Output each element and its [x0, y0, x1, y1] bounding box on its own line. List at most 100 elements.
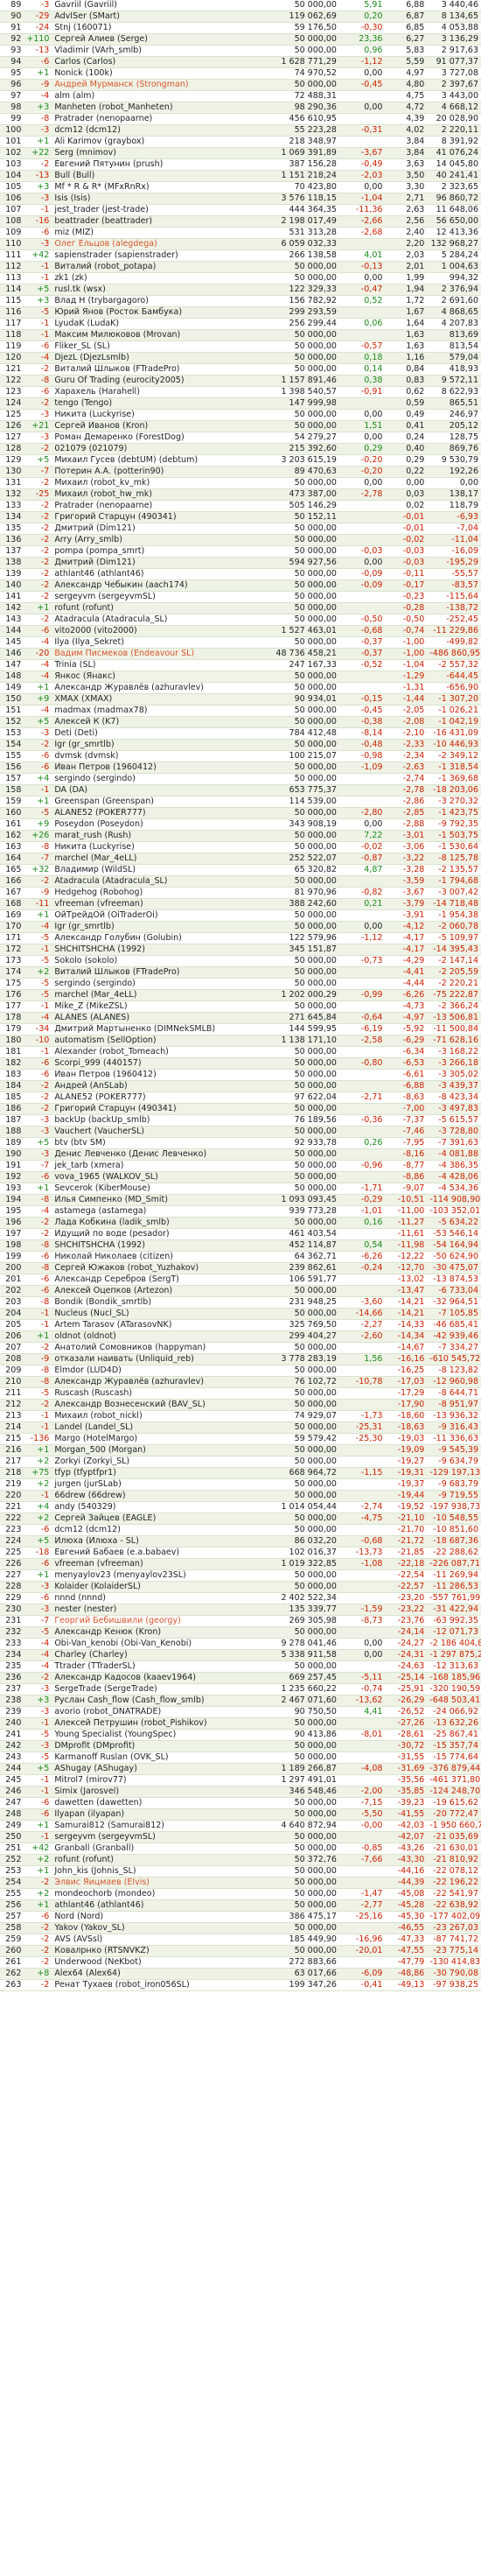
trader-name-cell[interactable]: nnnd (nnnd) — [52, 1592, 270, 1604]
trader-name-cell[interactable]: oldnot (oldnot) — [52, 1330, 270, 1343]
table-row[interactable]: 256 +1 athlant46 (athlant46) 50 000,00 -2,77… — [0, 1899, 481, 1912]
table-row[interactable]: 258 -2 Yakov (Yakov_SL) 50 000,00 -46,55 -23 … — [0, 1922, 481, 1934]
table-row[interactable]: 229 -6 nnnd (nnnd) 2 402 522,34 -23,20 -557 7… — [0, 1592, 481, 1604]
table-row[interactable]: 244 +5 AShugay (AShugay) 1 189 266,87 -4,08-… — [0, 1763, 481, 1775]
table-row[interactable]: 227 +1 menyaylov23 (menyaylov23SL) 50 000,0… — [0, 1569, 481, 1582]
trader-name-cell[interactable]: avorio (robot_DNATRADE) — [52, 1706, 270, 1718]
table-row[interactable]: 251 +42 Granball (Granball) 50 000,00 -0,85-… — [0, 1843, 481, 1855]
trader-name-cell[interactable]: vfreeman (vfreeman) — [52, 1558, 270, 1570]
trader-name-cell[interactable]: Максим Милюковов (Mrovan) — [52, 329, 270, 341]
table-row[interactable]: 211 -5 Ruscash (Ruscash) 50 000,00 -17,29 -8 … — [0, 1387, 481, 1400]
trader-name-cell[interactable]: rofunt (rofunt) — [52, 602, 270, 614]
table-row[interactable]: 101 +1 Ali Karimov (graybox) 218 348,97 3,84… — [0, 136, 481, 148]
trader-name-cell[interactable]: Евгений Бабаев (e.a.babaev) — [52, 1547, 270, 1559]
trader-name-cell[interactable]: AShugay (AShugay) — [52, 1763, 270, 1775]
table-row[interactable]: 239 -3 avorio (robot_DNATRADE) 90 750,50 4,4… — [0, 1706, 481, 1718]
trader-name-cell[interactable]: Дмитрий (Dim121) — [52, 523, 270, 535]
table-row[interactable]: 193 +1 Sevcerok (KiberMouse) 50 000,00 -1,71… — [0, 1183, 481, 1195]
trader-name-cell[interactable]: Mitrol7 (mirov77) — [52, 1774, 270, 1786]
table-row[interactable]: 247 -6 dawetten (dawetten) 50 000,00 -7,15 -3… — [0, 1797, 481, 1809]
trader-name-cell[interactable]: Kolaider (KolaiderSL) — [52, 1581, 270, 1593]
trader-name-cell[interactable]: Анатолий Сомовников (happyman) — [52, 1342, 270, 1354]
table-row[interactable]: 104 -13 Bull (Bull) 1 151 218,24 -2,03 3,50 40… — [0, 170, 481, 182]
table-row[interactable]: 96 -9 Андрей Мурманск (Strongman) 50 000,00… — [0, 79, 481, 91]
trader-name-cell[interactable]: ALANES (ALANES) — [52, 1012, 270, 1024]
table-row[interactable]: 91 -24 Stnj (160071) 59 176,50 -0,30 6,85 4 05… — [0, 22, 481, 34]
trader-name-cell[interactable]: Роман Демаренко (ForestDog) — [52, 432, 270, 444]
table-row[interactable]: 151 -4 madmax (madmax78) 50 000,00 -0,45 -2,0… — [0, 705, 481, 717]
trader-name-cell[interactable]: Artem Tarasov (ATarasovNK) — [52, 1319, 270, 1331]
table-row[interactable]: 163 -8 Никита (Luckyrise) 50 000,00 -0,02 -3,… — [0, 841, 481, 853]
trader-name-cell[interactable]: Fliker_SL (SL) — [52, 340, 270, 353]
table-row[interactable]: 190 -3 Денис Левченко (Денис Левченко) 50 0… — [0, 1148, 481, 1161]
table-row[interactable]: 217 +2 Zorkyi (Zorkyi_SL) 50 000,00 -19,27 -9… — [0, 1456, 481, 1468]
table-row[interactable]: 171 -5 Александр Голубин (Golubin) 122 579,… — [0, 932, 481, 944]
trader-name-cell[interactable]: Yakov (Yakov_SL) — [52, 1922, 270, 1934]
trader-name-cell[interactable]: Manheten (robot_Manheten) — [52, 102, 270, 114]
trader-name-cell[interactable]: pompa (pompa_smrt) — [52, 545, 270, 558]
table-row[interactable]: 111 +42 sapienstrader (sapienstrader) 266 1… — [0, 249, 481, 262]
table-row[interactable]: 207 -2 Анатолий Сомовников (happyman) 50 00… — [0, 1342, 481, 1354]
table-row[interactable]: 204 -1 Nucleus (Nucl_SL) 50 000,00 -14,66 -14… — [0, 1308, 481, 1320]
table-row[interactable]: 173 -5 Sokolo (sokolo) 50 000,00 -0,73 -4,29-… — [0, 955, 481, 967]
table-row[interactable]: 196 -2 Лада Кобкина (ladik_smlb) 50 000,00 0… — [0, 1217, 481, 1229]
trader-name-cell[interactable]: Сергей Зайцев (EAGLE) — [52, 1513, 270, 1525]
trader-name-cell[interactable]: Михаил (robot_hw_mk) — [52, 488, 270, 501]
trader-name-cell[interactable]: Сергей Южаков (robot_Yuzhakov) — [52, 1262, 270, 1274]
trader-name-cell[interactable]: Vladimir (VArh_smlb) — [52, 45, 270, 57]
table-row[interactable]: 130 -7 Потерин А.А. (potterin90) 89 470,63-… — [0, 466, 481, 478]
table-row[interactable]: 215 -136 Margo (HotelMargo) 59 579,42 -25,30… — [0, 1433, 481, 1445]
trader-name-cell[interactable]: Элвис Яицмаев (Elvis) — [52, 1877, 270, 1889]
table-row[interactable]: 209 -8 Elmdor (LUD4D) 50 000,00 -16,25 -8 123… — [0, 1365, 481, 1377]
trader-name-cell[interactable]: jek_tarb (xmera) — [52, 1160, 270, 1172]
trader-name-cell[interactable]: Руслан Cash_flow (Cash_flow_smlb) — [52, 1695, 270, 1707]
table-row[interactable]: 257 -6 Nord (Nord) 386 475,17 -25,16 -45,30 -1… — [0, 1911, 481, 1923]
trader-name-cell[interactable]: Pratrader (nenopaarne) — [52, 500, 270, 512]
table-row[interactable]: 253 +1 John_kis (Johnis_SL) 50 000,00 -44,16… — [0, 1865, 481, 1878]
table-row[interactable]: 259 -2 AVS (AVSsl) 185 449,90 -16,96 -47,33 -8… — [0, 1934, 481, 1946]
table-row[interactable]: 178 -4 ALANES (ALANES) 271 645,84 -0,64 -4,97… — [0, 1012, 481, 1024]
trader-name-cell[interactable]: Александр Чебыкин (aach174) — [52, 579, 270, 592]
table-row[interactable]: 164 -7 marchel (Mar_4eLL) 252 522,07 -0,87 -3… — [0, 853, 481, 865]
table-row[interactable]: 145 -4 Ilya (Ilya_Sekret) 50 000,00 -0,37 -1,… — [0, 636, 481, 649]
trader-name-cell[interactable]: Никита (Luckyrise) — [52, 409, 270, 421]
table-row[interactable]: 117 -1 LyudaK (LudaK) 256 299,44 0,06 1,64 4 2… — [0, 318, 481, 330]
trader-name-cell[interactable]: Влад Н (trybargagoro) — [52, 295, 270, 307]
trader-name-cell[interactable]: sergindo (sergindo) — [52, 978, 270, 990]
table-row[interactable]: 99 -8 Pratrader (nenopaarne) 456 610,95 4,39… — [0, 113, 481, 125]
trader-name-cell[interactable]: Ttrader (TTraderSL) — [52, 1660, 270, 1673]
table-row[interactable]: 228 -3 Kolaider (KolaiderSL) 50 000,00 -22,5… — [0, 1581, 481, 1593]
trader-name-cell[interactable]: Hedgehog (Robohog) — [52, 887, 270, 899]
table-row[interactable]: 157 +4 sergindo (sergindo) 50 000,00 -2,74 -1… — [0, 773, 481, 785]
table-row[interactable]: 182 -6 Scorpi_999 (440157) 50 000,00 -0,80 -6… — [0, 1057, 481, 1070]
trader-name-cell[interactable]: John_kis (Johnis_SL) — [52, 1865, 270, 1878]
trader-name-cell[interactable]: dcm12 (dcm12) — [52, 124, 270, 137]
table-row[interactable]: 197 -2 Идущий по воде (pesador) 461 403,54 -… — [0, 1228, 481, 1240]
trader-name-cell[interactable]: Arry (Arry_smlb) — [52, 534, 270, 546]
trader-name-cell[interactable]: Сергей Иванов (Kron) — [52, 420, 270, 432]
trader-name-cell[interactable]: Isis (Isis) — [52, 193, 270, 205]
table-row[interactable]: 176 -5 marchel (Mar_4eLL) 1 202 000,29 -0,99… — [0, 989, 481, 1001]
table-row[interactable]: 223 -6 dcm12 (dcm12) 50 000,00 -21,70 -10 851… — [0, 1524, 481, 1536]
table-row[interactable]: 241 -5 Young Specialist (YoungSpec) 90 413,… — [0, 1729, 481, 1741]
trader-name-cell[interactable]: Margo (HotelMargo) — [52, 1433, 270, 1445]
table-row[interactable]: 188 -3 Vauchert (VaucherSL) 50 000,00 -7,46-… — [0, 1126, 481, 1138]
trader-name-cell[interactable]: Obi-Van_kenobi (Obi-Van_Kenobi) — [52, 1638, 270, 1650]
table-row[interactable]: 100 -3 dcm12 (dcm12) 55 223,28 -0,31 4,02 2 22… — [0, 124, 481, 137]
trader-name-cell[interactable]: Trinia (SL) — [52, 659, 270, 671]
trader-name-cell[interactable]: nester (nester) — [52, 1604, 270, 1616]
table-row[interactable]: 185 -2 ALANE52 (POKER777) 97 622,04 -2,71 -8,… — [0, 1091, 481, 1104]
table-row[interactable]: 252 +2 rofunt (rofunt) 50 372,76 -7,66 -43,30… — [0, 1854, 481, 1866]
trader-name-cell[interactable]: Потерин А.А. (potterin90) — [52, 466, 270, 478]
trader-name-cell[interactable]: Elmdor (LUD4D) — [52, 1365, 270, 1377]
trader-name-cell[interactable]: Григорий Старцун (490341) — [52, 1103, 270, 1115]
trader-name-cell[interactable]: sergeyvm (sergeyvmSL) — [52, 591, 270, 603]
trader-name-cell[interactable]: DMprofit (DMprofit) — [52, 1740, 270, 1752]
table-row[interactable]: 260 -2 Ковалрнко (RTSNVKZ) 50 000,00 -20,01-… — [0, 1945, 481, 1957]
table-row[interactable]: 221 +4 andy (540329) 1 014 054,44 -2,74 -19,5… — [0, 1501, 481, 1513]
table-row[interactable]: 90 -29 AdvISer (SMart) 119 062,69 0,20 6,87 8 … — [0, 11, 481, 23]
trader-name-cell[interactable]: Михаил Гусев (debtUM) (debtum) — [52, 454, 270, 467]
table-row[interactable]: 216 +1 Morgan_500 (Morgan) 50 000,00 -19,09-… — [0, 1444, 481, 1456]
table-row[interactable]: 142 +1 rofunt (rofunt) 50 000,00 -0,28 -138,7… — [0, 602, 481, 614]
table-row[interactable]: 169 +1 ОйТрейдОй (OiTraderOi) 50 000,00 -3,9… — [0, 909, 481, 922]
